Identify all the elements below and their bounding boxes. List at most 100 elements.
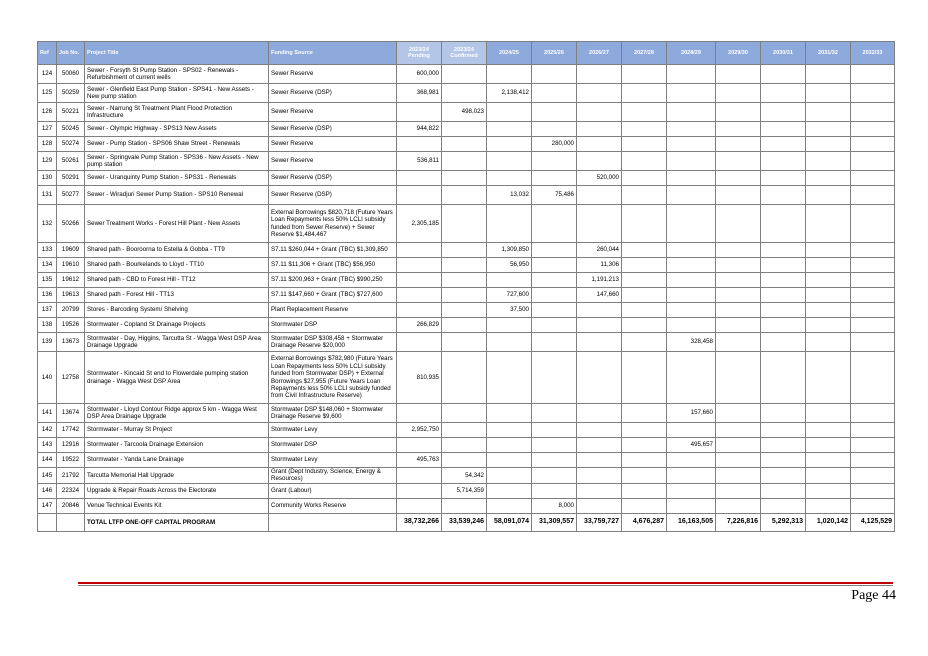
cell-2026-27: 260,044 (576, 242, 622, 258)
cell-2029-30 (715, 403, 761, 423)
cell-job-no: 19610 (56, 257, 85, 273)
cell-2025-26 (531, 204, 577, 243)
cell-project-title: Stormwater - Yanda Lane Drainage (84, 452, 269, 468)
cell-2025-26 (531, 317, 577, 333)
cell-ref: 133 (37, 242, 57, 258)
cell-2023-24-confirmed (441, 204, 487, 243)
header-funding-source: Funding Source (268, 41, 397, 65)
cell-2027-28 (621, 482, 667, 499)
total-pending: 38,732,266 (396, 512, 442, 532)
cell-2023-24-pending (396, 272, 442, 288)
cell-project-title: Sewer Treatment Works - Forest Hill Plan… (84, 204, 269, 243)
cell-2029-30 (715, 422, 761, 438)
table-row: 128 50274 Sewer - Pump Station - SPS06 Sha… (37, 136, 895, 152)
cell-2028-29 (666, 482, 716, 499)
cell-2024-25: 727,600 (486, 287, 532, 303)
cell-2029-30 (715, 287, 761, 303)
cell-project-title: Sewer - Glenfield East Pump Station - SP… (84, 83, 269, 103)
table-row: 143 12916 Stormwater - Tarcoola Drainage E… (37, 437, 895, 453)
cell-ref: 127 (37, 121, 57, 137)
cell-job-no: 12916 (56, 437, 85, 453)
cell-2031-32 (805, 482, 851, 499)
footer-rule-red (78, 582, 893, 584)
cell-funding-source: Community Works Reserve (268, 497, 397, 514)
cell-2032-33 (850, 151, 895, 171)
cell-2024-25: 1,309,850 (486, 242, 532, 258)
cell-2029-30 (715, 257, 761, 273)
cell-2030-31 (760, 83, 806, 103)
cell-2032-33 (850, 317, 895, 333)
cell-2028-29 (666, 422, 716, 438)
cell-2027-28 (621, 64, 667, 84)
cell-job-no: 50060 (56, 64, 85, 84)
cell-2028-29 (666, 151, 716, 171)
cell-2030-31 (760, 422, 806, 438)
total-y2829: 16,163,505 (666, 512, 716, 532)
cell-2029-30 (715, 121, 761, 137)
cell-funding-source: Sewer Reserve (DSP) (268, 185, 397, 205)
cell-2030-31 (760, 136, 806, 152)
cell-2025-26 (531, 351, 577, 404)
cell-job-no: 19613 (56, 287, 85, 303)
cell-2023-24-pending: 600,000 (396, 64, 442, 84)
cell-2029-30 (715, 317, 761, 333)
header-2025-26: 2025/26 (531, 41, 577, 65)
cell-ref: 141 (37, 403, 57, 423)
cell-2031-32 (805, 136, 851, 152)
cell-ref: 146 (37, 482, 57, 499)
cell-2023-24-confirmed (441, 287, 487, 303)
cell-2030-31 (760, 332, 806, 352)
cell-2025-26 (531, 64, 577, 84)
header-2023-24-confirmed: 2023/24 Confirmed (441, 41, 487, 65)
cell-2031-32 (805, 302, 851, 318)
total-y2930: 7,226,816 (715, 512, 761, 532)
cell-2025-26: 280,000 (531, 136, 577, 152)
cell-2024-25 (486, 151, 532, 171)
cell-2026-27 (576, 204, 622, 243)
cell-project-title: Stormwater - Day, Higgins, Tarcutta St -… (84, 332, 269, 352)
cell-2031-32 (805, 437, 851, 453)
cell-2028-29 (666, 136, 716, 152)
cell-2027-28 (621, 170, 667, 186)
table-row: 134 19610 Shared path - Bourkelands to Llo… (37, 257, 895, 273)
cell-project-title: Stormwater - Murray St Project (84, 422, 269, 438)
cell-funding-source: Grant (Labour) (268, 482, 397, 499)
table-header-row: Ref Job No. Project Title Funding Source… (37, 41, 895, 65)
cell-ref: 132 (37, 204, 57, 243)
cell-2023-24-pending (396, 242, 442, 258)
cell-2025-26 (531, 287, 577, 303)
cell-ref: 125 (37, 83, 57, 103)
cell-2029-30 (715, 242, 761, 258)
cell-project-title: Stormwater - Lloyd Contour Ridge approx … (84, 403, 269, 423)
cell-2027-28 (621, 204, 667, 243)
cell-2023-24-confirmed (441, 403, 487, 423)
cell-2024-25 (486, 497, 532, 514)
cell-2028-29 (666, 302, 716, 318)
cell-2023-24-pending (396, 482, 442, 499)
cell-2028-29 (666, 497, 716, 514)
cell-2023-24-confirmed (441, 257, 487, 273)
cell-project-title: Stormwater - Tarcoola Drainage Extension (84, 437, 269, 453)
document-page: Ref Job No. Project Title Funding Source… (0, 0, 928, 656)
cell-funding-source: Grant (Dept Industry, Science, Energy & … (268, 467, 397, 484)
cell-project-title: Stores - Barcoding System/ Shelving (84, 302, 269, 318)
cell-2029-30 (715, 272, 761, 288)
cell-2029-30 (715, 170, 761, 186)
cell-2027-28 (621, 452, 667, 468)
cell-2023-24-pending: 536,811 (396, 151, 442, 171)
cell-2025-26 (531, 467, 577, 484)
cell-2026-27 (576, 332, 622, 352)
cell-2023-24-pending (396, 403, 442, 423)
cell-2024-25: 37,500 (486, 302, 532, 318)
cell-2032-33 (850, 422, 895, 438)
cell-2031-32 (805, 102, 851, 122)
cell-2032-33 (850, 287, 895, 303)
cell-2026-27 (576, 351, 622, 404)
cell-2032-33 (850, 467, 895, 484)
cell-2023-24-pending: 810,935 (396, 351, 442, 404)
cell-project-title: Shared path - CBD to Forest Hill - TT12 (84, 272, 269, 288)
cell-2032-33 (850, 302, 895, 318)
cell-2023-24-pending (396, 185, 442, 205)
cell-2027-28 (621, 185, 667, 205)
cell-2029-30 (715, 102, 761, 122)
